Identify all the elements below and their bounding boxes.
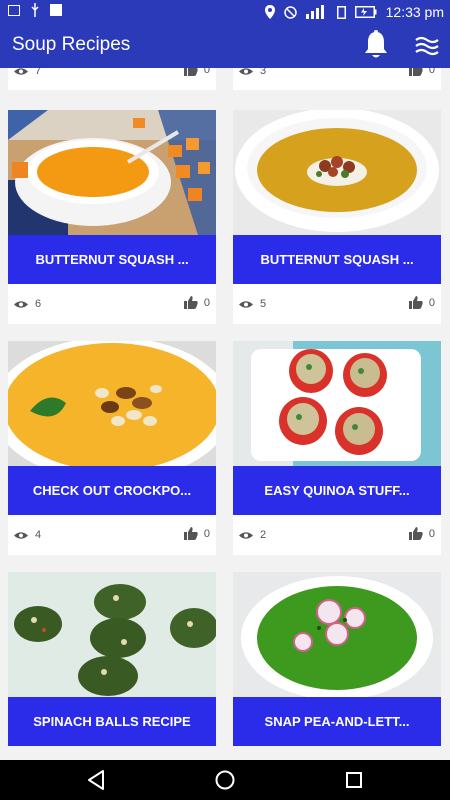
system-nav-bar bbox=[0, 760, 450, 800]
view-count: 4 bbox=[35, 529, 42, 541]
sim-icon bbox=[336, 5, 346, 19]
card-stats: 5 0 bbox=[233, 284, 441, 324]
thumbs-up-icon[interactable] bbox=[183, 527, 198, 540]
battery-icon bbox=[354, 6, 377, 18]
recipe-title-banner[interactable]: BUTTERNUT SQUASH ... bbox=[233, 235, 441, 284]
recipe-image-butternut-squash-soup[interactable] bbox=[8, 110, 216, 235]
home-icon[interactable] bbox=[213, 768, 237, 792]
thumbs-up-icon[interactable] bbox=[408, 527, 423, 540]
like-count: 0 bbox=[428, 68, 435, 76]
recipe-image-snap-pea-lettuce-soup[interactable] bbox=[233, 572, 441, 697]
bell-icon[interactable] bbox=[362, 30, 390, 60]
view-count: 2 bbox=[260, 529, 267, 541]
recipe-title-banner[interactable]: SNAP PEA-AND-LETT... bbox=[233, 697, 441, 746]
thumbs-up-icon[interactable] bbox=[408, 68, 423, 76]
like-count: 0 bbox=[203, 527, 210, 540]
thumbs-up-icon[interactable] bbox=[183, 68, 198, 76]
recipe-feed[interactable]: 7 0 3 0 BUTTERNUT SQUASH ... 6 0 BUTTERN… bbox=[0, 68, 450, 760]
menu-waves-icon[interactable] bbox=[414, 34, 440, 58]
do-not-disturb-icon bbox=[283, 5, 297, 19]
recipe-card-partial[interactable]: 3 0 bbox=[233, 68, 441, 90]
notification-square-icon bbox=[50, 4, 62, 16]
eye-icon bbox=[14, 531, 28, 539]
recipe-title-banner[interactable]: CHECK OUT CROCKPO... bbox=[8, 466, 216, 515]
card-stats: 7 0 bbox=[8, 68, 216, 90]
app-bar: Soup Recipes bbox=[0, 24, 450, 68]
back-icon[interactable] bbox=[84, 768, 108, 792]
view-count: 7 bbox=[35, 68, 42, 77]
recipe-card[interactable]: SPINACH BALLS RECIPE bbox=[8, 572, 216, 746]
eye-icon bbox=[14, 300, 28, 308]
recipe-card[interactable]: BUTTERNUT SQUASH ... 5 0 bbox=[233, 110, 441, 324]
recents-icon[interactable] bbox=[342, 768, 366, 792]
eye-icon bbox=[239, 300, 253, 308]
card-stats: 3 0 bbox=[233, 68, 441, 90]
card-stats: 2 0 bbox=[233, 515, 441, 555]
recipe-title-banner[interactable]: SPINACH BALLS RECIPE bbox=[8, 697, 216, 746]
app-title: Soup Recipes bbox=[12, 34, 131, 55]
view-count: 5 bbox=[260, 298, 267, 310]
like-count: 0 bbox=[203, 68, 210, 76]
gallery-notification-icon bbox=[8, 4, 20, 16]
recipe-image-crockpot-squash-soup[interactable] bbox=[8, 341, 216, 466]
location-icon bbox=[264, 5, 275, 19]
recipe-title-banner[interactable]: EASY QUINOA STUFF... bbox=[233, 466, 441, 515]
signal-icon bbox=[305, 5, 324, 19]
thumbs-up-icon[interactable] bbox=[408, 296, 423, 309]
card-stats: 4 0 bbox=[8, 515, 216, 555]
status-time: 12:33 pm bbox=[385, 4, 444, 20]
eye-icon bbox=[239, 531, 253, 539]
like-count: 0 bbox=[428, 296, 435, 309]
thumbs-up-icon[interactable] bbox=[183, 296, 198, 309]
eye-icon bbox=[239, 68, 253, 75]
recipe-image-quinoa-stuffed-tomatoes[interactable] bbox=[233, 341, 441, 466]
recipe-image-spinach-balls[interactable] bbox=[8, 572, 216, 697]
recipe-card[interactable]: CHECK OUT CROCKPO... 4 0 bbox=[8, 341, 216, 555]
recipe-card-partial[interactable]: 7 0 bbox=[8, 68, 216, 90]
view-count: 3 bbox=[260, 68, 267, 77]
eye-icon bbox=[14, 68, 28, 75]
recipe-card[interactable]: EASY QUINOA STUFF... 2 0 bbox=[233, 341, 441, 555]
like-count: 0 bbox=[203, 296, 210, 309]
view-count: 6 bbox=[35, 298, 42, 310]
like-count: 0 bbox=[428, 527, 435, 540]
recipe-card[interactable]: BUTTERNUT SQUASH ... 6 0 bbox=[8, 110, 216, 324]
usb-icon bbox=[31, 3, 39, 17]
card-stats: 6 0 bbox=[8, 284, 216, 324]
recipe-image-butternut-squash-bacon[interactable] bbox=[233, 110, 441, 235]
status-bar: 12:33 pm bbox=[0, 0, 450, 24]
recipe-card[interactable]: SNAP PEA-AND-LETT... bbox=[233, 572, 441, 746]
recipe-title-banner[interactable]: BUTTERNUT SQUASH ... bbox=[8, 235, 216, 284]
